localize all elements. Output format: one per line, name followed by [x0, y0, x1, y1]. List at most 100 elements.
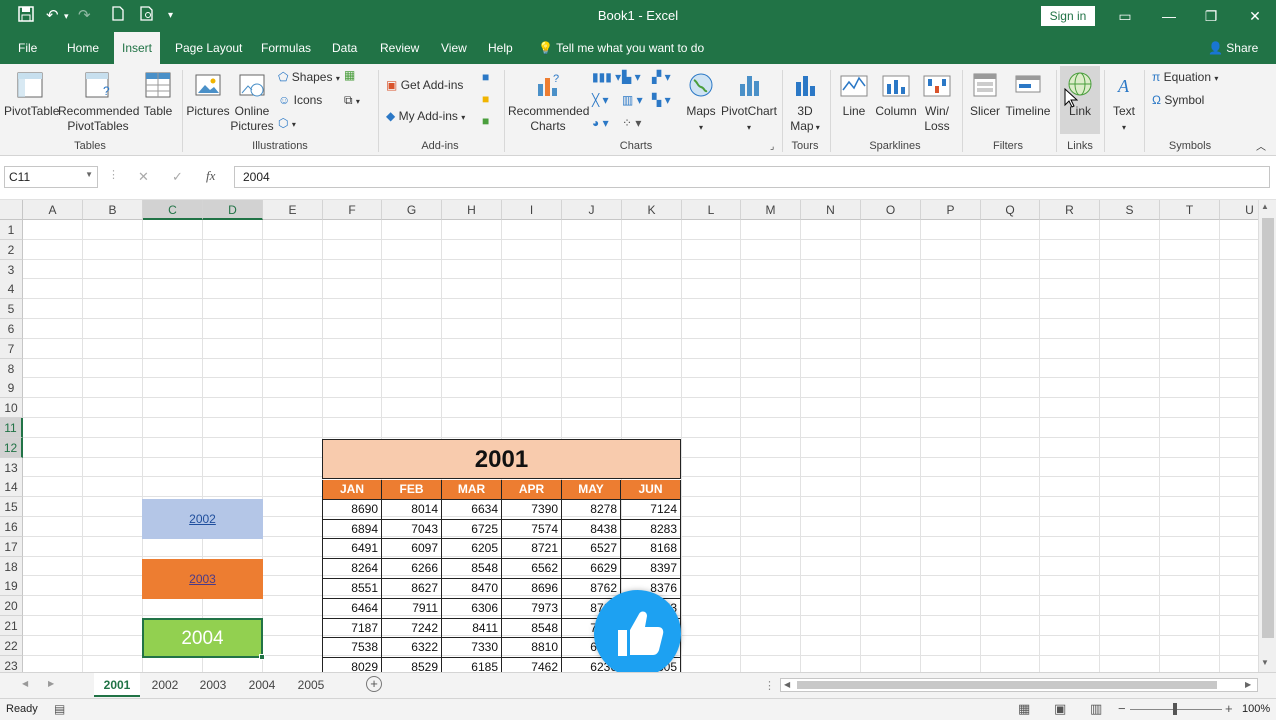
table-cell[interactable]: 7043 — [382, 519, 442, 540]
sparkline-line-button[interactable]: Line — [836, 70, 872, 119]
tab-data[interactable]: Data — [324, 32, 365, 64]
table-cell[interactable]: 8264 — [322, 559, 382, 579]
prev-sheet-icon[interactable]: ◀ — [22, 679, 28, 688]
row-header-5[interactable]: 5 — [0, 299, 23, 320]
3d-map-button[interactable]: 3D Map ▾ — [786, 70, 824, 135]
row-header-10[interactable]: 10 — [0, 398, 23, 419]
sheet-link-button-2002[interactable]: 2002 — [142, 499, 263, 539]
table-cell[interactable]: 8696 — [502, 579, 562, 599]
vertical-scrollbar[interactable]: ▲ ▼ — [1258, 200, 1276, 672]
table-cell[interactable]: 7574 — [502, 519, 562, 540]
zoom-in-icon[interactable]: + — [1225, 701, 1233, 716]
my-addins-button[interactable]: ◆ My Add-ins ▾ — [386, 109, 465, 123]
macro-record-icon[interactable]: ▤ — [54, 702, 65, 716]
ribbon-display-options-icon[interactable]: ▭ — [1110, 4, 1140, 28]
page-layout-view-icon[interactable]: ▣ — [1054, 701, 1066, 717]
row-header-15[interactable]: 15 — [0, 497, 23, 518]
scroll-down-icon[interactable]: ▼ — [1261, 658, 1269, 667]
column-header-m[interactable]: M — [741, 200, 801, 220]
column-header-c[interactable]: C — [143, 200, 203, 220]
timeline-button[interactable]: Timeline — [1004, 70, 1052, 119]
table-cell[interactable]: 6266 — [382, 559, 442, 579]
table-cell[interactable]: 8551 — [322, 579, 382, 599]
table-cell[interactable]: 6464 — [322, 598, 382, 619]
row-header-20[interactable]: 20 — [0, 596, 23, 617]
share-button[interactable]: 👤 Share — [1208, 32, 1258, 64]
table-cell[interactable]: 7911 — [382, 598, 442, 619]
table-cell[interactable]: 8548 — [502, 618, 562, 639]
scroll-right-icon[interactable]: ▶ — [1245, 680, 1251, 689]
scroll-left-icon[interactable]: ◀ — [784, 680, 790, 689]
table-cell[interactable]: 8014 — [382, 499, 442, 520]
row-header-1[interactable]: 1 — [0, 220, 23, 240]
statistic-chart-button[interactable]: ▥ ▾ — [622, 93, 643, 107]
row-header-9[interactable]: 9 — [0, 378, 23, 399]
table-cell[interactable]: 6185 — [442, 658, 502, 672]
people-graph-button[interactable]: ■ — [482, 70, 489, 84]
table-cell[interactable]: 8529 — [382, 658, 442, 672]
tab-review[interactable]: Review — [372, 32, 427, 64]
column-header-l[interactable]: L — [682, 200, 741, 220]
table-cell[interactable]: 8548 — [442, 559, 502, 579]
row-header-11[interactable]: 11 — [0, 418, 23, 438]
text-button[interactable]: A Text ▾ — [1108, 70, 1140, 135]
zoom-slider-thumb[interactable] — [1173, 703, 1177, 715]
sheet-tab-2004[interactable]: 2004 — [239, 673, 285, 697]
tab-formulas[interactable]: Formulas — [253, 32, 319, 64]
split-handle-icon[interactable]: ⋮ — [764, 679, 775, 692]
table-cell[interactable]: 7242 — [382, 618, 442, 639]
name-box-dropdown-icon[interactable]: ▼ — [85, 170, 93, 179]
column-header-o[interactable]: O — [861, 200, 921, 220]
table-cell[interactable]: 6634 — [442, 499, 502, 520]
row-header-18[interactable]: 18 — [0, 556, 23, 577]
table-cell[interactable]: 6306 — [442, 598, 502, 619]
minimize-button[interactable]: — — [1154, 4, 1184, 28]
table-cell[interactable]: 7973 — [502, 598, 562, 619]
worksheet-grid[interactable]: ABCDEFGHIJKLMNOPQRSTU 1 2 3 4 5 6 7 8 9 10 11 12 13 1… — [0, 200, 1258, 672]
next-sheet-icon[interactable]: ▶ — [48, 679, 54, 688]
table-cell[interactable]: 7187 — [322, 618, 382, 639]
page-break-view-icon[interactable]: ▥ — [1090, 701, 1102, 717]
table-cell[interactable]: 8721 — [502, 539, 562, 560]
scroll-up-icon[interactable]: ▲ — [1261, 202, 1269, 211]
row-header-4[interactable]: 4 — [0, 279, 23, 300]
column-header-j[interactable]: J — [562, 200, 622, 220]
zoom-level[interactable]: 100% — [1242, 703, 1270, 715]
horizontal-scrollbar[interactable]: ◀ ▶ — [780, 678, 1258, 692]
table-header-may[interactable]: MAY — [562, 480, 621, 500]
tab-help[interactable]: Help — [480, 32, 521, 64]
normal-view-icon[interactable]: ▦ — [1018, 701, 1030, 717]
table-cell[interactable]: 6894 — [322, 519, 382, 540]
sheet-tab-2002[interactable]: 2002 — [142, 673, 188, 697]
table-header-mar[interactable]: MAR — [442, 480, 502, 500]
table-cell[interactable]: 8283 — [621, 519, 681, 540]
formula-input[interactable]: 2004 — [234, 166, 1270, 188]
screenshot-button[interactable]: ⧉ ▾ — [344, 93, 360, 108]
row-header-23[interactable]: 23 — [0, 655, 23, 672]
horizontal-scroll-thumb[interactable] — [797, 681, 1217, 689]
smartart-button[interactable]: ▦ — [344, 68, 355, 82]
column-header-h[interactable]: H — [442, 200, 502, 220]
recommended-pivottables-button[interactable]: ? Recommended PivotTables — [58, 70, 139, 134]
table-cell[interactable]: 8278 — [562, 499, 621, 520]
column-header-i[interactable]: I — [502, 200, 562, 220]
table-cell[interactable]: 6725 — [442, 519, 502, 540]
row-header-22[interactable]: 22 — [0, 635, 23, 656]
row-header-19[interactable]: 19 — [0, 576, 23, 597]
sparkline-winloss-button[interactable]: Win/ Loss — [920, 70, 954, 134]
row-header-12[interactable]: 12 — [0, 437, 23, 458]
table-cell[interactable]: 7330 — [442, 638, 502, 659]
recommended-charts-button[interactable]: ? Recommended Charts — [508, 70, 589, 134]
row-header-3[interactable]: 3 — [0, 259, 23, 280]
collapse-ribbon-icon[interactable]: ︿ — [1256, 138, 1266, 153]
pivottable-button[interactable]: PivotTable — [4, 70, 59, 119]
visio-button[interactable]: ■ — [482, 114, 489, 128]
table-cell[interactable]: 7390 — [502, 499, 562, 520]
pictures-button[interactable]: Pictures — [186, 70, 230, 119]
column-header-u[interactable]: U — [1220, 200, 1258, 220]
name-box[interactable]: C11 ▼ — [4, 166, 98, 188]
scatter-chart-button[interactable]: ⁘ ▾ — [622, 116, 641, 130]
table-cell[interactable]: 7124 — [621, 499, 681, 520]
column-header-n[interactable]: N — [801, 200, 861, 220]
charts-dialog-launcher[interactable]: ⌟ — [770, 141, 774, 152]
